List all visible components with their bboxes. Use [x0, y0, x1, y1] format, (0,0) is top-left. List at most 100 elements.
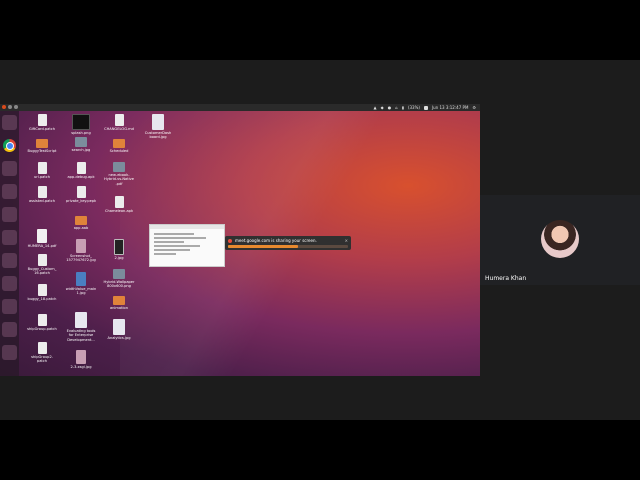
participant-name: Humera Khan: [485, 275, 527, 282]
desktop-icon-search[interactable]: search.jpg: [64, 137, 98, 152]
file-icon: [114, 114, 124, 126]
launcher-app-icon[interactable]: [2, 322, 17, 337]
desktop-icon-label: Chameleon.apk: [104, 209, 134, 213]
desktop-icon-url[interactable]: url.patch: [25, 162, 59, 179]
desktop-icon-label: CustomerDash board.jpg: [144, 131, 172, 140]
preview-line: [154, 245, 200, 247]
desktop-icon-label: splash.png: [71, 131, 91, 135]
desktop-icon-label: shipGroup.patch: [27, 327, 57, 331]
launcher-terminal-icon[interactable]: [2, 184, 17, 199]
participant-avatar: [541, 220, 579, 258]
desktop-icon-screenshot[interactable]: Screenshot_ 1577947672.jpg: [64, 239, 98, 263]
desktop-icon-label: new-ebook- Hybrid-vs-Native .pdf: [104, 173, 134, 186]
launcher-app-icon[interactable]: [2, 299, 17, 314]
desktop-icon-buggytest[interactable]: BuggyTestScript: [25, 137, 59, 153]
desktop-icon-splash[interactable]: splash.png: [64, 114, 98, 135]
file-icon: [37, 162, 47, 174]
desktop-icon-changelog[interactable]: CHANGELOG.md: [102, 114, 136, 131]
desktop-icon-label: Hybrid-Wallpaper 800x600.png: [103, 280, 135, 289]
file-icon: [76, 186, 86, 198]
desktop-icon-label: 2.jpg: [114, 256, 124, 260]
launcher-settings-icon[interactable]: [2, 230, 17, 245]
launcher-editor-icon[interactable]: [2, 207, 17, 222]
folder-icon: [75, 216, 87, 225]
desktop-icon-evaluating[interactable]: Evaluating tools for Enterprise Developm…: [64, 312, 98, 342]
preview-line: [154, 253, 176, 255]
desktop-icon-customerdash[interactable]: CustomerDash board.jpg: [141, 114, 175, 140]
desktop-icon-phonejpg[interactable]: 2.jpg: [102, 239, 136, 260]
desktop-icon-hybridwall[interactable]: Hybrid-Wallpaper 800x600.png: [102, 269, 136, 289]
file-icon: [37, 114, 47, 126]
file-icon: [37, 186, 47, 198]
file-icon: [75, 137, 87, 147]
desktop-icon-animation[interactable]: animation: [102, 294, 136, 310]
desktop-icon-label: buggy_18.patch: [27, 297, 57, 301]
unity-launcher: [0, 111, 19, 376]
launcher-chrome-icon[interactable]: [2, 138, 17, 153]
launcher-dash-icon[interactable]: [2, 115, 17, 130]
preview-line: [154, 233, 194, 235]
desktop-icon-giftcard[interactable]: GiftCard.patch: [25, 114, 59, 131]
panel-clock: Jun 13 3:12:47 PM: [431, 105, 469, 110]
desktop-icon-shipgroup[interactable]: shipGroup.patch: [25, 314, 59, 331]
file-icon: [76, 350, 86, 364]
battery-percent: (33%): [407, 105, 420, 110]
preview-toolbar: [150, 225, 224, 229]
desktop-icon-label: CHANGELOG.md: [104, 127, 134, 131]
shared-screen: ▲ ◆ ● ⌂ ▮ (33%) Jun 13 3:12:47 PM ⚙ Gift…: [0, 104, 480, 376]
record-icon: ●: [387, 105, 392, 110]
launcher-app-icon[interactable]: [2, 276, 17, 291]
desktop-icon-label: animation: [109, 306, 129, 310]
desktop-icon-label: widthValue_main 1.jpg: [65, 287, 97, 296]
desktop-icon-label: search.jpg: [71, 148, 91, 152]
desktop-icon-buggy18[interactable]: buggy_18.patch: [25, 284, 59, 301]
file-icon: [76, 162, 86, 174]
desktop-icon-scheduled[interactable]: Scheduled: [102, 137, 136, 153]
file-icon: [76, 272, 86, 286]
desktop-icon-label: Screenshot_ 1577947672.jpg: [66, 254, 96, 263]
desktop-icon-analytics[interactable]: Analytics.jpg: [102, 319, 136, 340]
desktop-icon-label: 2-3.xsgi.jpg: [70, 365, 92, 369]
desktop-icon-label: Buggy_Custom_ 16.patch: [27, 267, 57, 276]
file-icon: [76, 239, 86, 253]
power-gear-icon: ⚙: [472, 105, 476, 110]
desktop-icon-shipgroup2[interactable]: shipGroup2. patch: [25, 342, 59, 364]
file-icon: [113, 269, 125, 279]
sharing-progress: [228, 245, 348, 248]
wifi-icon: ⌂: [395, 105, 398, 110]
file-icon: [152, 114, 164, 130]
desktop-icon-assisted[interactable]: assisted.patch: [25, 186, 59, 203]
file-icon: [114, 239, 124, 255]
desktop-icon-twothree[interactable]: 2-3.xsgi.jpg: [64, 350, 98, 369]
close-icon[interactable]: ×: [345, 238, 348, 243]
desktop-icon-appaab[interactable]: app.aab: [64, 214, 98, 230]
desktop-icon-appdebug[interactable]: app-debug.apk: [64, 162, 98, 179]
preview-line: [154, 237, 206, 239]
desktop-icon-label: Evaluating tools for Enterprise Developm…: [66, 329, 96, 342]
folder-icon: [113, 296, 125, 305]
desktop-icon-label: Scheduled: [109, 149, 129, 153]
desktop-icon-label: app.aab: [73, 226, 89, 230]
desktop-icon-humera[interactable]: HUMERA_14.pdf: [25, 229, 59, 248]
desktop-icon-privatekey[interactable]: private_key.pepk: [64, 186, 98, 203]
launcher-files-icon[interactable]: [2, 161, 17, 176]
desktop-icon-buggycustom[interactable]: Buggy_Custom_ 16.patch: [25, 254, 59, 276]
preview-line: [154, 241, 184, 243]
desktop-icon-chameleon[interactable]: Chameleon.apk: [102, 196, 136, 213]
file-icon: [37, 254, 47, 266]
network-icon: ▲: [373, 105, 377, 110]
desktop-icon-label: url.patch: [33, 175, 51, 179]
sharing-text: meet.google.com is sharing your screen.: [235, 238, 317, 243]
battery-icon: ▮: [401, 105, 404, 110]
file-icon: [37, 342, 47, 354]
desktop-icon-label: GiftCard.patch: [28, 127, 56, 131]
launcher-app-icon[interactable]: [2, 253, 17, 268]
desktop-icon-label: BuggyTestScript: [27, 149, 57, 153]
launcher-trash-icon[interactable]: [2, 345, 17, 360]
desktop-icon-label: Analytics.jpg: [107, 336, 131, 340]
desktop-icon-widthvalue[interactable]: widthValue_main 1.jpg: [64, 272, 98, 296]
desktop-icon-label: app-debug.apk: [67, 175, 95, 179]
screen-share-preview: [149, 224, 225, 267]
preview-line: [154, 249, 190, 251]
desktop-icon-ebook[interactable]: new-ebook- Hybrid-vs-Native .pdf: [102, 162, 136, 186]
